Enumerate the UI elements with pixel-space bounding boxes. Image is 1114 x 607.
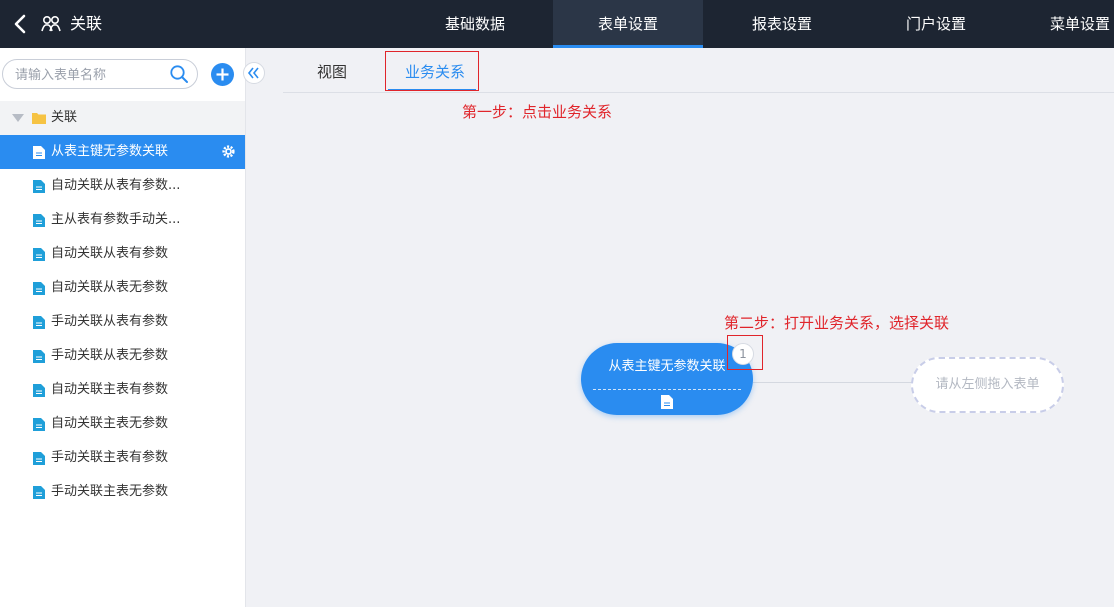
list-item-label: 手动关联从表无参数 <box>51 348 169 363</box>
double-chevron-left-icon <box>247 67 259 79</box>
document-icon <box>33 248 45 261</box>
tab-report-settings[interactable]: 报表设置 <box>727 0 837 48</box>
list-item-form[interactable]: 自动关联从表有参数 <box>0 237 245 271</box>
list-item-form[interactable]: 手动关联主表无参数 <box>0 475 245 509</box>
list-item-form[interactable]: 主从表有参数手动关... <box>0 203 245 237</box>
tree-folder-row[interactable]: 关联 <box>0 101 245 135</box>
list-item-label: 自动关联从表无参数 <box>51 280 169 295</box>
tab-portal-settings[interactable]: 门户设置 <box>881 0 991 48</box>
list-item-form[interactable]: 自动关联从表无参数 <box>0 271 245 305</box>
tab-view[interactable]: 视图 <box>317 58 347 86</box>
folder-icon <box>32 113 46 124</box>
tab-form-settings[interactable]: 表单设置 <box>553 0 703 48</box>
node-divider <box>593 389 741 390</box>
plus-icon <box>216 68 229 81</box>
document-icon <box>33 486 45 499</box>
collapse-sidebar-button[interactable] <box>243 62 265 84</box>
list-item-form[interactable]: 手动关联从表无参数 <box>0 339 245 373</box>
tab-basic-data[interactable]: 基础数据 <box>420 0 530 48</box>
annotation-step-1: 第一步：点击业务关系 <box>462 103 613 121</box>
list-item-form[interactable]: 手动关联从表有参数 <box>0 305 245 339</box>
document-icon <box>33 384 45 397</box>
list-item-form[interactable]: 自动关联主表无参数 <box>0 407 245 441</box>
list-item-label: 自动关联从表有参数 <box>51 246 169 261</box>
gear-icon[interactable] <box>221 144 236 159</box>
document-icon <box>33 452 45 465</box>
list-item-form[interactable]: 手动关联主表有参数 <box>0 441 245 475</box>
drop-target[interactable]: 请从左侧拖入表单 <box>911 357 1064 413</box>
document-icon <box>33 146 45 159</box>
search-icon[interactable] <box>169 64 189 84</box>
app-logo-icon <box>41 15 61 32</box>
tab-menu-settings[interactable]: 菜单设置 <box>1035 0 1114 48</box>
list-item-label: 手动关联主表有参数 <box>51 450 169 465</box>
list-item-label: 自动关联主表有参数 <box>51 382 169 397</box>
annotation-highlight-box <box>727 335 763 370</box>
annotation-highlight-box <box>385 51 479 91</box>
document-icon[interactable] <box>661 395 673 409</box>
sidebar: 关联 从表主键无参数关联 自动关联从表有参数... 主从表有参数手动关... 自… <box>0 48 246 607</box>
folder-label: 关联 <box>51 110 78 125</box>
top-navigation-bar: 关联 基础数据 表单设置 报表设置 门户设置 菜单设置 <box>0 0 1114 48</box>
annotation-step-2: 第二步：打开业务关系，选择关联 <box>724 314 950 332</box>
document-icon <box>33 350 45 363</box>
document-icon <box>33 418 45 431</box>
document-icon <box>33 214 45 227</box>
add-form-button[interactable] <box>211 63 234 86</box>
list-item-form[interactable]: 从表主键无参数关联 <box>0 135 245 169</box>
list-item-label: 手动关联主表无参数 <box>51 484 169 499</box>
app-title: 关联 <box>70 14 103 33</box>
back-arrow-icon[interactable] <box>12 14 30 34</box>
search-input[interactable] <box>13 65 167 85</box>
document-icon <box>33 282 45 295</box>
list-item-label: 自动关联从表有参数... <box>51 178 181 193</box>
search-box <box>2 59 198 89</box>
list-item-form[interactable]: 自动关联从表有参数... <box>0 169 245 203</box>
list-item-label: 自动关联主表无参数 <box>51 416 169 431</box>
list-item-label: 主从表有参数手动关... <box>51 212 181 227</box>
document-icon <box>33 180 45 193</box>
document-icon <box>33 316 45 329</box>
list-item-form[interactable]: 自动关联主表有参数 <box>0 373 245 407</box>
subtab-divider <box>283 92 1114 93</box>
list-item-label: 从表主键无参数关联 <box>51 144 169 159</box>
caret-down-icon[interactable] <box>12 114 24 122</box>
list-item-label: 手动关联从表有参数 <box>51 314 169 329</box>
relation-connector-line <box>753 382 913 383</box>
